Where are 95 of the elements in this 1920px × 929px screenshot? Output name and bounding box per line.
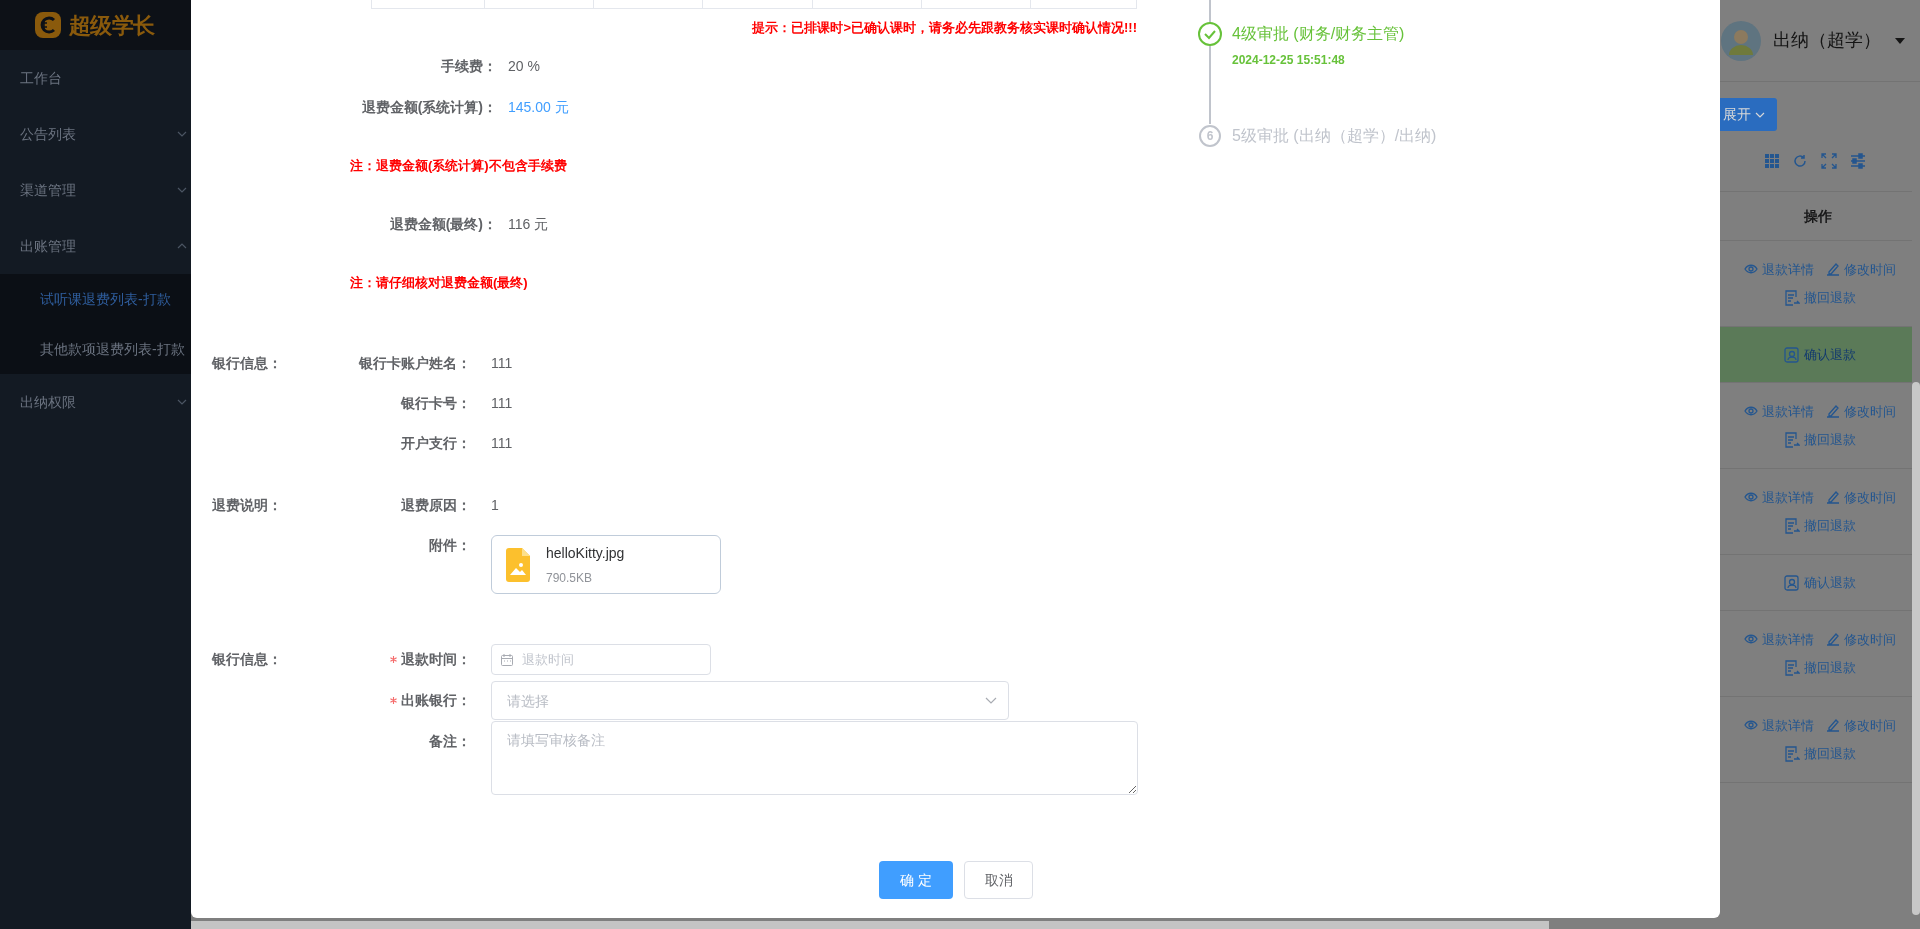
submenu-item[interactable]: 试听课退费列表-打款 — [0, 274, 191, 324]
field-label: 银行卡账户姓名： — [359, 353, 471, 373]
calendar-icon — [501, 654, 513, 666]
section-label: 退费说明： — [212, 495, 282, 515]
document-icon — [1784, 431, 1800, 448]
field-value: 111 — [491, 435, 513, 451]
date-field[interactable]: 退款时间 — [491, 644, 711, 675]
field-value: 145.00 元 — [508, 98, 569, 117]
submenu-item[interactable]: 其他款项退费列表-打款 — [0, 324, 191, 374]
scrollbar-thumb[interactable] — [1912, 382, 1920, 915]
action-link[interactable]: 撤回退款 — [1784, 658, 1856, 678]
action-link[interactable]: 退款详情 — [1744, 401, 1814, 421]
action-link[interactable]: 修改时间 — [1826, 259, 1896, 279]
attachment-card[interactable]: helloKitty.jpg 790.5KB — [491, 535, 721, 594]
sidebar-item[interactable]: 出纳权限 — [0, 374, 191, 430]
note-text: 注：退费金额(系统计算)不包含手续费 — [350, 157, 567, 176]
action-link[interactable]: 撤回退款 — [1784, 744, 1856, 764]
person-card-icon — [1784, 574, 1800, 591]
action-link[interactable]: 修改时间 — [1826, 715, 1896, 735]
field-label: 出账银行： — [401, 691, 471, 710]
field-label: 退费金额(系统计算)： — [361, 98, 497, 117]
step-time: 2024-12-25 15:51:48 — [1232, 52, 1346, 69]
pencil-icon — [1826, 718, 1840, 733]
user-name[interactable]: 出纳（超学） — [1773, 27, 1881, 54]
action-link[interactable]: 退款详情 — [1744, 715, 1814, 735]
pencil-icon — [1826, 632, 1840, 647]
action-link[interactable]: 退款详情 — [1744, 487, 1814, 507]
field-label: 备注： — [429, 731, 471, 751]
scrollbar-thumb[interactable] — [191, 921, 1549, 929]
section-label: 银行信息： — [212, 353, 282, 373]
remark-field[interactable]: 请填写审核备注 — [491, 721, 1138, 795]
field-value: 20 % — [508, 57, 540, 76]
field-label: 开户支行： — [401, 433, 471, 453]
pencil-icon — [1826, 404, 1840, 419]
chevron-down-icon — [1755, 111, 1765, 118]
sidebar-item[interactable]: 出账管理 — [0, 218, 191, 274]
action-link[interactable]: 撤回退款 — [1784, 288, 1856, 308]
field-label: 银行卡号： — [401, 393, 471, 413]
pencil-icon — [1826, 490, 1840, 505]
action-link[interactable]: 修改时间 — [1826, 401, 1896, 421]
table-row[interactable]: 确认退款 — [1720, 327, 1912, 383]
eye-icon — [1744, 264, 1758, 275]
action-link[interactable]: 确认退款 — [1784, 572, 1856, 593]
step-title: 5级审批 (出纳（超学）/出纳) — [1232, 126, 1437, 146]
avatar-icon — [1721, 20, 1761, 61]
logo-text: 超级学长 — [69, 11, 155, 40]
action-link[interactable]: 退款详情 — [1744, 259, 1814, 279]
eye-icon — [1744, 634, 1758, 645]
action-link[interactable]: 撤回退款 — [1784, 430, 1856, 450]
logo-icon — [35, 12, 61, 38]
document-icon — [1784, 517, 1800, 534]
caret-down-icon[interactable] — [1895, 37, 1905, 44]
confirm-button[interactable]: 确 定 — [879, 861, 953, 899]
action-link[interactable]: 撤回退款 — [1784, 516, 1856, 536]
action-link[interactable]: 修改时间 — [1826, 629, 1896, 649]
chevron-down-icon — [985, 697, 997, 704]
file-name: helloKitty.jpg — [546, 543, 625, 563]
person-card-icon — [1784, 346, 1800, 363]
eye-icon — [1744, 720, 1758, 731]
image-file-icon — [506, 547, 530, 582]
field-value: 116 元 — [508, 215, 549, 234]
field-value: 111 — [491, 355, 513, 371]
field-value: 1 — [491, 497, 499, 513]
action-link[interactable]: 退款详情 — [1744, 629, 1814, 649]
document-icon — [1784, 289, 1800, 306]
field-label: 手续费： — [441, 57, 497, 76]
field-label: 退费原因： — [401, 495, 471, 515]
select-field[interactable]: 请选择 — [491, 681, 1009, 720]
sidebar-item[interactable]: 工作台 — [0, 50, 191, 106]
refresh-icon[interactable] — [1792, 153, 1808, 169]
action-link[interactable]: 确认退款 — [1784, 344, 1856, 365]
fullscreen-icon[interactable] — [1821, 153, 1837, 169]
sidebar-item[interactable]: 公告列表 — [0, 106, 191, 162]
step-title: 4级审批 (财务/财务主管) — [1232, 24, 1405, 44]
document-icon — [1784, 659, 1800, 676]
expand-button[interactable]: 展开 — [1720, 98, 1777, 131]
column-header: 操作 — [1803, 206, 1832, 226]
field-value: 111 — [491, 395, 513, 411]
field-label: 退款时间： — [401, 650, 471, 669]
pencil-icon — [1826, 262, 1840, 277]
file-size: 790.5KB — [546, 569, 594, 587]
sidebar-item[interactable]: 渠道管理 — [0, 162, 191, 218]
settings-sliders-icon[interactable] — [1850, 153, 1866, 169]
action-link[interactable]: 修改时间 — [1826, 487, 1896, 507]
field-label: 附件： — [429, 535, 471, 555]
grid-icon[interactable] — [1765, 154, 1779, 168]
eye-icon — [1744, 406, 1758, 417]
field-label: 退费金额(最终)： — [389, 215, 497, 234]
cancel-button[interactable]: 取消 — [964, 861, 1033, 899]
step-number: 6 — [1199, 125, 1221, 147]
eye-icon — [1744, 492, 1758, 503]
section-label: 银行信息： — [212, 650, 282, 669]
warning-text: 提示：已排课时>已确认课时，请务必先跟教务核实课时确认情况!!! — [752, 18, 1137, 37]
note-text: 注：请仔细核对退费金额(最终) — [350, 274, 528, 293]
document-icon — [1784, 745, 1800, 762]
